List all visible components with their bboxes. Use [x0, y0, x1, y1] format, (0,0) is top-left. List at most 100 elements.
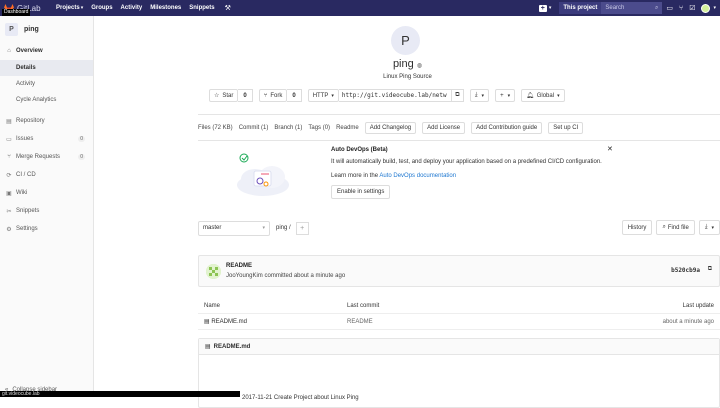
- sidebar-item-wiki[interactable]: ▣ Wiki: [0, 184, 93, 202]
- close-icon[interactable]: ✕: [607, 145, 613, 153]
- download-dropdown[interactable]: ⤓▾: [470, 89, 489, 102]
- enable-in-settings-button[interactable]: Enable in settings: [331, 185, 390, 199]
- nav-activity[interactable]: Activity: [121, 5, 143, 11]
- commit-author[interactable]: JooYoungKim: [226, 273, 263, 279]
- copy-url-icon[interactable]: ⧉: [451, 89, 464, 102]
- branch-select[interactable]: master ▾: [198, 221, 270, 236]
- add-file-button[interactable]: +: [296, 222, 309, 235]
- search-scope-badge[interactable]: This project: [559, 2, 601, 14]
- nav-icons: ▭ ⑂ ☑ ▾: [666, 4, 720, 13]
- readme-link[interactable]: Readme: [336, 125, 359, 131]
- nav-milestones[interactable]: Milestones: [150, 5, 181, 11]
- project-actions: ☆Star 0 ⑂Fork 0 HTTP▾ http://git.videocu…: [209, 89, 565, 102]
- admin-wrench-icon[interactable]: ⚒: [225, 4, 231, 12]
- chevron-down-icon: ▾: [331, 93, 334, 99]
- sidebar-item-label: Repository: [16, 118, 45, 124]
- find-file-button[interactable]: ⌕Find file: [656, 220, 694, 235]
- breadcrumb: ping /: [276, 225, 291, 231]
- sidebar-item-snippets[interactable]: ✂ Snippets: [0, 202, 93, 220]
- readme-panel: ▤ README.md 2017-11-21 Create Project ab…: [198, 338, 720, 408]
- plus-icon: +: [300, 225, 304, 232]
- devops-docs-link[interactable]: Auto DevOps documentation: [379, 173, 456, 179]
- protocol-dropdown[interactable]: HTTP▾: [308, 89, 339, 102]
- sidebar-sub-details[interactable]: Details: [0, 60, 93, 76]
- bell-icon: 🔔︎: [526, 92, 534, 99]
- devops-more-prefix: Learn more in the: [331, 173, 379, 179]
- dashboard-tooltip: Dashboard: [2, 9, 30, 16]
- devops-learn-more: Learn more in the Auto DevOps documentat…: [331, 173, 456, 179]
- fork-button[interactable]: ⑂Fork: [259, 89, 288, 102]
- nav-snippets[interactable]: Snippets: [189, 5, 214, 11]
- notification-dropdown[interactable]: 🔔︎Global▾: [521, 89, 564, 102]
- author-avatar[interactable]: [206, 264, 221, 279]
- add-contribution-guide-button[interactable]: Add Contribution guide: [471, 122, 542, 134]
- star-label: Star: [222, 93, 233, 99]
- chevron-down-icon: ▾: [711, 225, 714, 231]
- tree-controls: master ▾ ping / + History ⌕Find file ⤓▾: [198, 220, 720, 236]
- file-update-cell: about a minute ago: [663, 319, 714, 325]
- star-icon: ☆: [214, 92, 219, 99]
- commit-sha[interactable]: b520cb9a: [671, 267, 700, 274]
- devops-illustration: [235, 153, 291, 197]
- copy-sha-icon[interactable]: ⧉: [708, 266, 712, 273]
- chevron-down-icon[interactable]: ▾: [549, 5, 552, 11]
- book-icon: ▣: [5, 190, 13, 197]
- scissors-icon: ✂: [5, 208, 13, 215]
- sidebar: P ping ⌂ Overview Details Activity Cycle…: [0, 16, 94, 397]
- merge-request-icon[interactable]: ⑂: [679, 5, 683, 12]
- readme-header: ▤ README.md: [199, 339, 719, 355]
- download-icon: ⤓: [475, 92, 478, 99]
- breadcrumb-project[interactable]: ping: [276, 225, 287, 231]
- sidebar-sub-cycle-analytics[interactable]: Cycle Analytics: [0, 92, 93, 108]
- search-icon: ⌕: [655, 4, 658, 12]
- new-plus-icon[interactable]: +: [539, 5, 547, 12]
- file-commit-cell[interactable]: README: [347, 319, 373, 325]
- history-button[interactable]: History: [622, 220, 653, 235]
- add-dropdown[interactable]: +▾: [495, 89, 515, 102]
- add-changelog-button[interactable]: Add Changelog: [365, 122, 416, 134]
- commit-time: committed about a minute ago: [264, 273, 345, 279]
- user-avatar[interactable]: [701, 4, 710, 13]
- sidebar-item-issues[interactable]: ▭ Issues 0: [0, 130, 93, 148]
- nav-projects[interactable]: Projects▾: [56, 5, 83, 11]
- sidebar-project-header[interactable]: P ping: [0, 16, 93, 42]
- sidebar-item-label: Wiki: [16, 190, 27, 196]
- nav-right: + ▾ This project Search ⌕ ▭ ⑂ ☑ ▾: [539, 0, 720, 16]
- sidebar-item-settings[interactable]: ⚙ Settings: [0, 220, 93, 238]
- search-placeholder: Search: [605, 4, 624, 12]
- protocol-label: HTTP: [313, 93, 329, 99]
- files-link[interactable]: Files (72 KB): [198, 125, 233, 131]
- sidebar-item-repository[interactable]: ▤ Repository: [0, 112, 93, 130]
- project-avatar-large: P: [391, 26, 420, 55]
- issues-icon[interactable]: ▭: [666, 4, 673, 12]
- gear-icon: ⚙: [5, 226, 13, 233]
- chevron-down-icon[interactable]: ▾: [713, 5, 716, 11]
- chevron-down-icon: ▾: [482, 93, 485, 99]
- sidebar-item-overview[interactable]: ⌂ Overview: [0, 42, 93, 60]
- add-license-button[interactable]: Add License: [422, 122, 465, 134]
- file-name-cell[interactable]: ▤ README.md: [204, 318, 247, 325]
- clone-url-input[interactable]: http://git.videocube.lab/netw: [339, 89, 451, 102]
- search-input[interactable]: Search ⌕: [601, 2, 662, 14]
- sidebar-item-label: Snippets: [16, 208, 39, 214]
- star-button[interactable]: ☆Star: [209, 89, 238, 102]
- divider: [198, 114, 720, 115]
- commit-title[interactable]: README: [226, 263, 252, 269]
- sidebar-item-ci-cd[interactable]: ⟳ CI / CD: [0, 166, 93, 184]
- commits-link[interactable]: Commit (1): [239, 125, 269, 131]
- fork-count[interactable]: 0: [287, 89, 301, 102]
- download-dropdown[interactable]: ⤓▾: [699, 220, 720, 235]
- nav-groups[interactable]: Groups: [91, 5, 112, 11]
- rocket-icon: ⟳: [5, 172, 13, 179]
- tags-link[interactable]: Tags (0): [308, 125, 330, 131]
- col-last-update: Last update: [683, 303, 714, 309]
- branches-link[interactable]: Branch (1): [274, 125, 302, 131]
- star-count[interactable]: 0: [238, 89, 252, 102]
- set-up-ci-button[interactable]: Set up CI: [548, 122, 583, 134]
- plus-icon: +: [500, 93, 504, 99]
- fork-icon: ⑂: [264, 93, 268, 99]
- table-row[interactable]: ▤ README.md README about a minute ago: [198, 314, 720, 330]
- sidebar-item-merge-requests[interactable]: ⑂ Merge Requests 0: [0, 148, 93, 166]
- sidebar-sub-activity[interactable]: Activity: [0, 76, 93, 92]
- todo-icon[interactable]: ☑: [689, 4, 695, 12]
